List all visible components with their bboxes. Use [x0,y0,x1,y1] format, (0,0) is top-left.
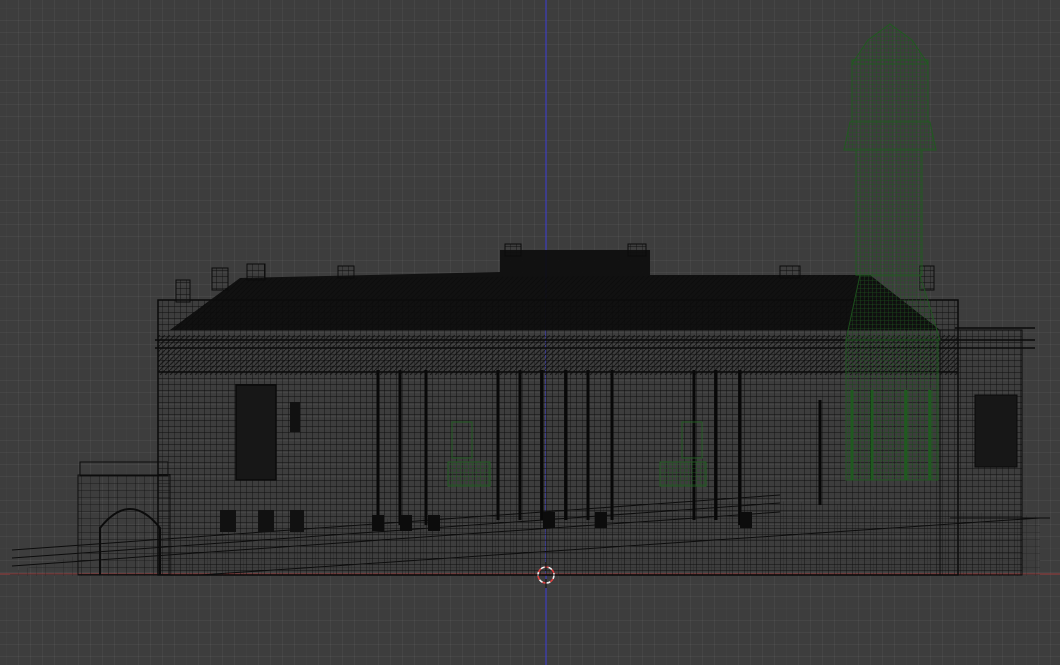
3d-viewport[interactable] [0,0,1060,665]
scene [0,0,1060,665]
